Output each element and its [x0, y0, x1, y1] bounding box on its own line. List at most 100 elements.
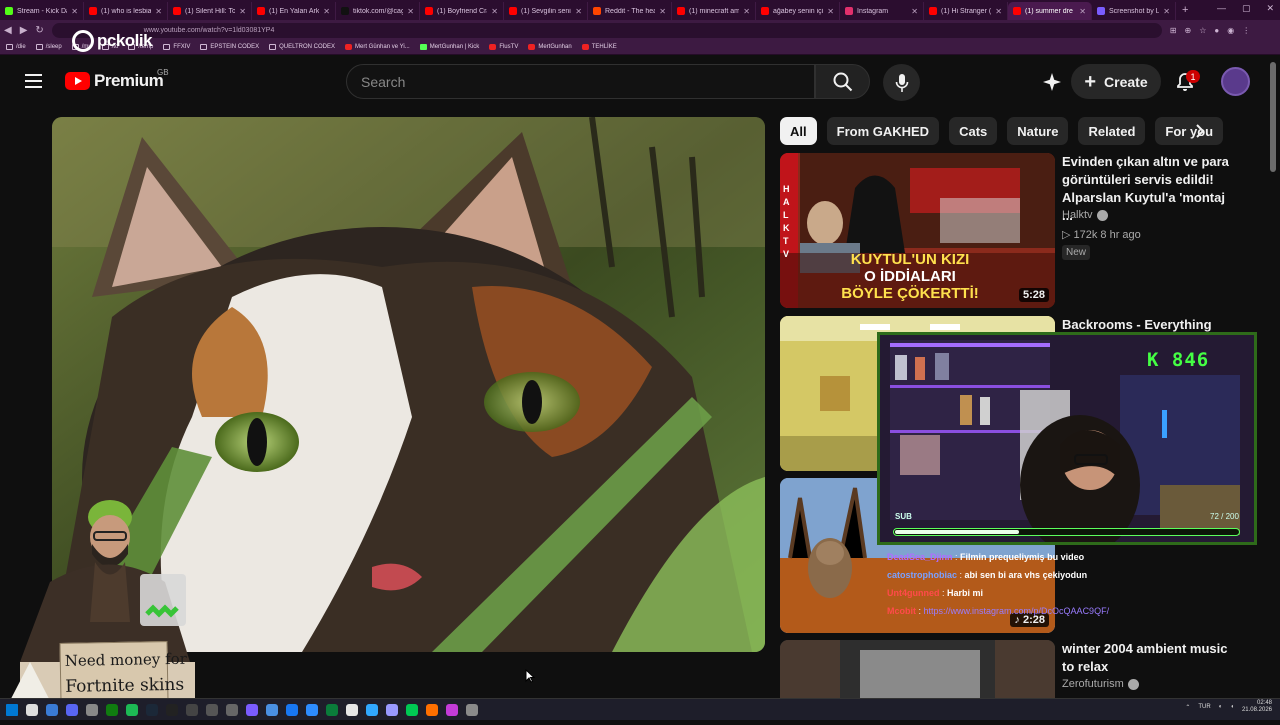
app-icon[interactable] [406, 703, 418, 716]
close-tab-icon[interactable]: ✕ [1163, 7, 1170, 16]
xbox-icon[interactable] [106, 703, 118, 716]
app-icon[interactable] [266, 703, 278, 716]
hamburger-menu-icon[interactable] [25, 74, 42, 88]
video-thumbnail[interactable] [780, 640, 1055, 698]
maximize-button[interactable]: ▢ [1242, 3, 1251, 14]
app-icon[interactable] [86, 703, 98, 716]
zoom-icon[interactable]: ⊕ [1185, 26, 1192, 35]
close-tab-icon[interactable]: ✕ [743, 7, 750, 16]
voice-search-button[interactable] [883, 64, 920, 101]
create-button[interactable]: + Create [1071, 64, 1161, 99]
bookmark-item[interactable]: MertGunhan [528, 44, 572, 50]
close-tab-icon[interactable]: ✕ [155, 7, 162, 16]
search-taskbar-icon[interactable] [26, 703, 38, 716]
app-icon[interactable] [326, 703, 338, 716]
browser-tab[interactable]: (1) Boyfriend Crashe ✕ [420, 2, 504, 20]
app-icon[interactable] [426, 703, 438, 716]
forward-icon[interactable]: ▶ [20, 25, 28, 36]
bookmark-item[interactable]: Mert Günhan ve Yi... [345, 44, 410, 50]
app-icon[interactable] [466, 703, 478, 716]
spotify-icon[interactable] [126, 703, 138, 716]
app-icon[interactable] [206, 703, 218, 716]
close-tab-icon[interactable]: ✕ [995, 7, 1002, 16]
filter-chip[interactable]: All [780, 117, 817, 145]
app-icon[interactable] [306, 703, 318, 716]
browser-tab[interactable]: tiktok.com/@caglan ✕ [336, 2, 420, 20]
browser-tab[interactable]: (1) minecraft ama ci ✕ [672, 2, 756, 20]
close-tab-icon[interactable]: ✕ [659, 7, 666, 16]
profile-icon[interactable]: ◉ [1227, 26, 1234, 35]
bookmark-item[interactable]: MertGunhan | Kick [419, 44, 479, 50]
recommendation-card[interactable]: winter 2004 ambient music to relax Zerof… [780, 640, 1260, 700]
premiere-icon[interactable] [386, 703, 398, 716]
bookmark-star-icon[interactable]: ☆ [1199, 26, 1206, 35]
file-explorer-icon[interactable] [46, 703, 58, 716]
close-tab-icon[interactable]: ✕ [323, 7, 330, 16]
close-tab-icon[interactable]: ✕ [575, 7, 582, 16]
close-window-button[interactable]: ✕ [1266, 3, 1274, 14]
browser-tab[interactable]: Instagram ✕ [840, 2, 924, 20]
search-input[interactable]: Search [346, 64, 815, 99]
back-icon[interactable]: ◀ [4, 25, 12, 36]
browser-icon[interactable] [446, 703, 458, 716]
close-tab-icon[interactable]: ✕ [491, 7, 498, 16]
bookmark-item[interactable]: /die [6, 44, 26, 50]
browser-tab[interactable]: (1) Silent Hill: Town✕ [168, 2, 252, 20]
ai-sparkle-button[interactable] [1038, 68, 1066, 96]
channel-name[interactable]: Zerofuturism [1062, 678, 1139, 690]
bookmark-item[interactable]: /sleep [35, 44, 62, 50]
recommendation-card[interactable]: HALKTV KUYTUL'UN KIZI O İDDİALARI BÖYLE … [780, 153, 1260, 308]
browser-tab[interactable]: Screenshot by Light✕ [1092, 2, 1176, 20]
app-icon[interactable] [286, 703, 298, 716]
close-tab-icon[interactable]: ✕ [407, 7, 414, 16]
browser-tab[interactable]: ağabey senin için en ✕ [756, 2, 840, 20]
app-icon[interactable] [186, 703, 198, 716]
bookmark-item[interactable]: FFXIV [163, 44, 190, 50]
bookmark-item[interactable]: TEHLİKE [581, 44, 617, 50]
browser-tab[interactable]: (1) Hi Stranger (Origi✕ [924, 2, 1008, 20]
youtube-premium-logo[interactable]: Premium GB [65, 68, 169, 91]
video-title[interactable]: winter 2004 ambient music to relax [1062, 640, 1232, 676]
bookmark-item[interactable]: FlusTV [489, 44, 518, 50]
bookmark-item[interactable]: EPSTEIN CODEX [200, 44, 259, 50]
search-button[interactable] [815, 64, 870, 99]
close-tab-icon[interactable]: ✕ [239, 7, 246, 16]
close-tab-icon[interactable]: ✕ [827, 7, 834, 16]
app-icon[interactable] [226, 703, 238, 716]
steam-icon[interactable] [146, 703, 158, 716]
url-field[interactable]: www.youtube.com/watch?v=1ld03081YP4 [51, 22, 1162, 38]
photoshop-icon[interactable] [366, 703, 378, 716]
volume-icon[interactable]: ◖ [1230, 704, 1234, 710]
page-scrollbar[interactable] [1270, 62, 1276, 172]
browser-tab[interactable]: (1) Sevgilin seni kab ✕ [504, 2, 588, 20]
browser-tab[interactable]: Stream - Kick Dashb ✕ [0, 2, 84, 20]
video-thumbnail[interactable]: HALKTV KUYTUL'UN KIZI O İDDİALARI BÖYLE … [780, 153, 1055, 308]
chips-next-button[interactable] [1186, 119, 1214, 143]
clock[interactable]: 02:48 21.08.2026 [1242, 700, 1272, 714]
close-tab-icon[interactable]: ✕ [911, 7, 918, 16]
discord-icon[interactable] [66, 703, 78, 716]
app-icon[interactable] [246, 703, 258, 716]
browser-tab[interactable]: (1) En Yalan Arkadaş✕ [252, 2, 336, 20]
language-indicator[interactable]: TUR [1198, 704, 1210, 710]
app-icon[interactable] [346, 703, 358, 716]
channel-name[interactable]: Halktv [1062, 209, 1108, 221]
network-icon[interactable]: ◐ [1219, 704, 1223, 710]
filter-chip[interactable]: Related [1078, 117, 1146, 145]
app-icon[interactable] [166, 703, 178, 716]
menu-dots-icon[interactable]: ⋮ [1242, 26, 1250, 35]
browser-tab[interactable]: Reddit - The heart of ✕ [588, 2, 672, 20]
filter-chip[interactable]: Nature [1007, 117, 1069, 145]
start-icon[interactable] [6, 703, 18, 716]
account-avatar[interactable] [1221, 67, 1250, 96]
new-tab-button[interactable]: + [1176, 4, 1194, 16]
chevron-up-icon[interactable]: ⌃ [1185, 704, 1190, 711]
browser-tab[interactable]: (1) summer dre ✕ [1008, 2, 1092, 20]
close-tab-icon[interactable]: ✕ [1079, 7, 1086, 16]
close-tab-icon[interactable]: ✕ [71, 7, 78, 16]
reload-icon[interactable]: ↻ [35, 25, 43, 36]
filter-chip[interactable]: Cats [949, 117, 998, 145]
extension-icon[interactable]: ⊞ [1170, 26, 1177, 35]
bookmark-item[interactable]: QUELTRON CODEX [269, 44, 335, 50]
minimize-button[interactable]: — [1217, 3, 1226, 14]
